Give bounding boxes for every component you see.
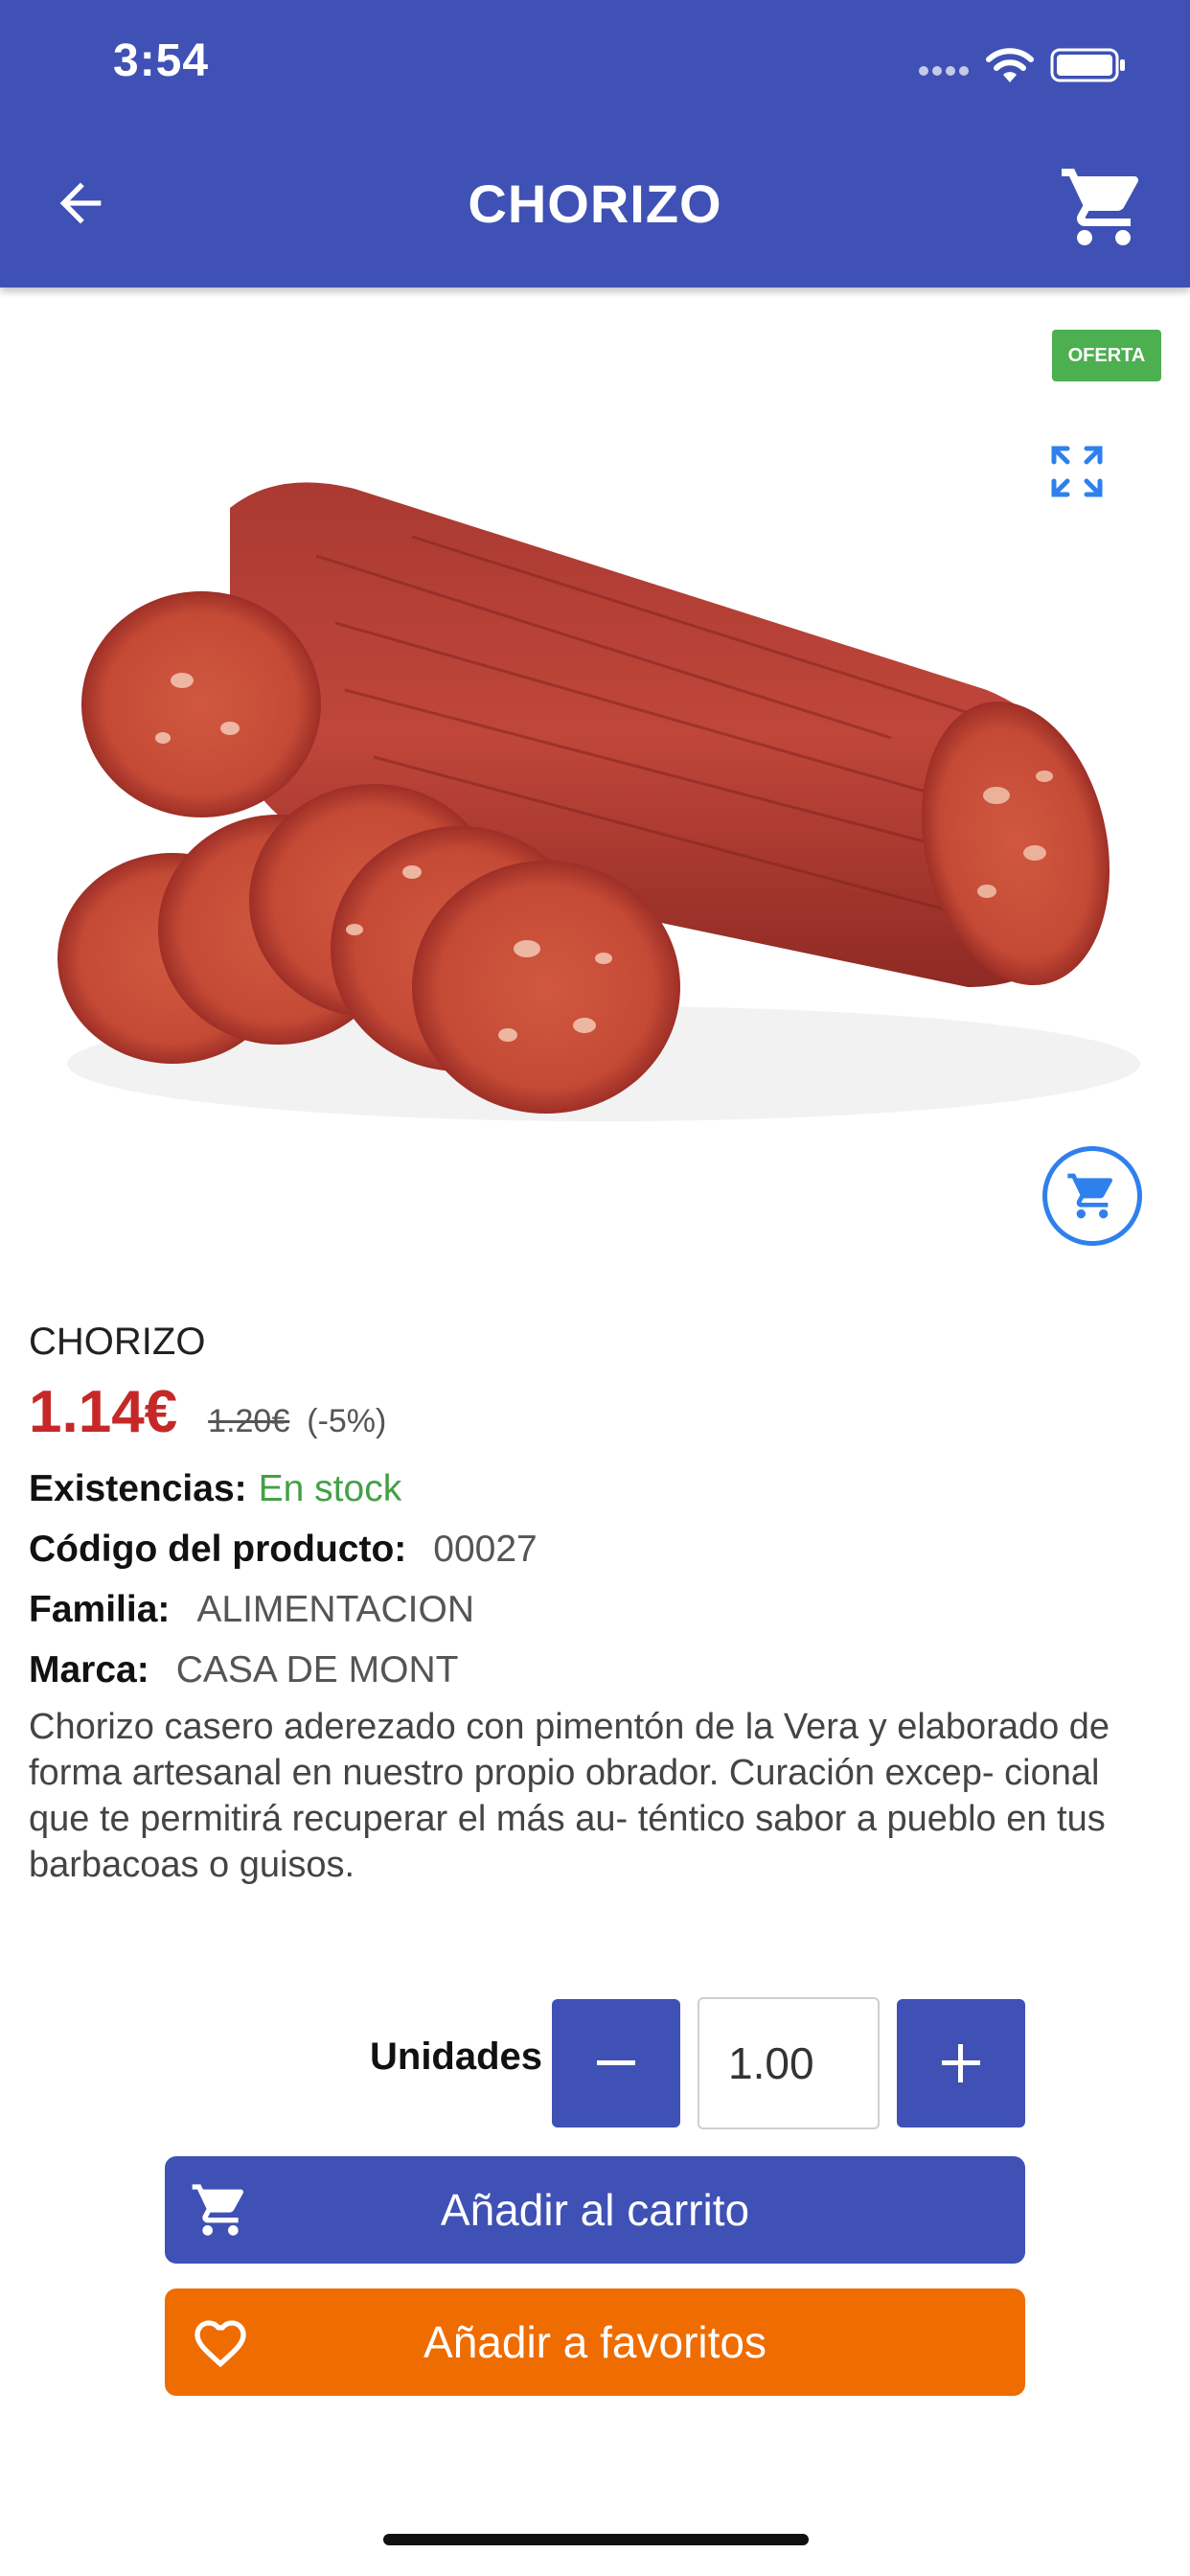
app-bar: 3:54 CHORIZO: [0, 0, 1190, 288]
cart-icon: [1067, 1173, 1113, 1219]
code-row: Código del producto: 00027: [29, 1519, 1169, 1579]
product-name: CHORIZO: [29, 1321, 206, 1363]
minus-icon: [597, 2060, 635, 2065]
wifi-icon: [986, 48, 1034, 82]
floating-cart-button[interactable]: [1042, 1146, 1142, 1246]
old-price: 1.20€: [208, 1403, 290, 1439]
stock-label: Existencias:: [29, 1467, 247, 1509]
add-to-favorites-button[interactable]: Añadir a favoritos: [165, 2288, 1025, 2396]
battery-icon: [1050, 48, 1125, 82]
add-to-cart-button[interactable]: Añadir al carrito: [165, 2156, 1025, 2264]
home-indicator[interactable]: [383, 2534, 809, 2545]
price-row: 1.14€ 1.20€ (-5%): [29, 1378, 1169, 1459]
brand-row: Marca: CASA DE MONT: [29, 1640, 1169, 1700]
family-label: Familia:: [29, 1588, 171, 1630]
current-price: 1.14€: [29, 1379, 178, 1445]
discount-percent: (-5%): [307, 1403, 387, 1439]
page-title: CHORIZO: [468, 173, 722, 234]
decrease-quantity-button[interactable]: [552, 1999, 680, 2128]
code-label: Código del producto:: [29, 1528, 407, 1570]
heart-icon: [195, 2320, 246, 2368]
signal-icon: [919, 66, 969, 76]
brand-value: CASA DE MONT: [175, 1648, 459, 1690]
product-image[interactable]: [29, 450, 1150, 1160]
family-row: Familia: ALIMENTACION: [29, 1579, 1169, 1640]
code-value: 00027: [433, 1528, 538, 1570]
units-label: Unidades: [370, 2036, 543, 2078]
brand-label: Marca:: [29, 1648, 149, 1690]
stock-value: En stock: [258, 1467, 402, 1509]
product-description: Chorizo casero aderezado con pimentón de…: [29, 1707, 1110, 1885]
family-value: ALIMENTACION: [196, 1588, 475, 1630]
plus-icon: [942, 2044, 980, 2082]
product-info: CHORIZO 1.14€ 1.20€ (-5%) Existencias: E…: [29, 1321, 1169, 1888]
add-to-favorites-label: Añadir a favoritos: [423, 2317, 767, 2367]
stock-row: Existencias: En stock: [29, 1459, 1169, 1519]
cart-icon: [192, 2184, 244, 2236]
offer-badge: OFERTA: [1052, 330, 1161, 381]
increase-quantity-button[interactable]: [897, 1999, 1025, 2128]
quantity-input[interactable]: [698, 1997, 880, 2129]
status-time: 3:54: [113, 35, 210, 86]
cart-icon[interactable]: [1058, 161, 1150, 253]
add-to-cart-label: Añadir al carrito: [440, 2185, 750, 2235]
